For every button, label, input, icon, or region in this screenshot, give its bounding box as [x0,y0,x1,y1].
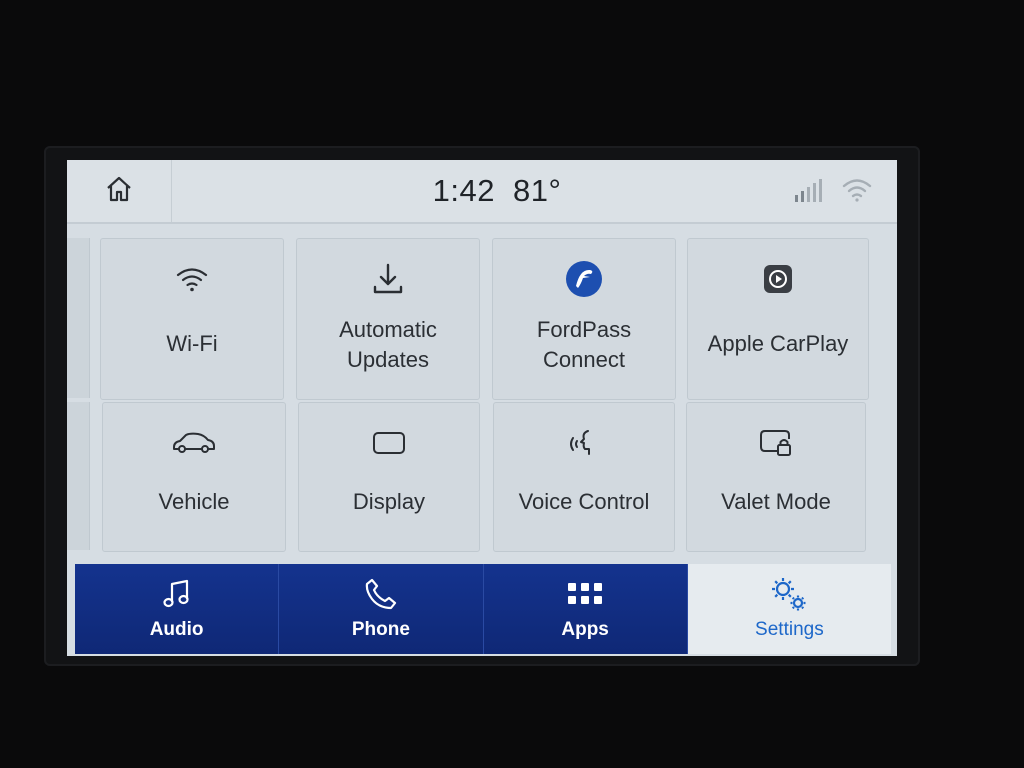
carplay-icon [762,263,794,300]
display-icon [371,430,407,461]
car-icon [171,430,217,461]
tile-voice-control[interactable]: Voice Control [493,402,675,552]
infotainment-screen: 1:42 81° Wi-Fi Automatic Updates FordPas… [67,160,897,656]
nav-settings[interactable]: Settings [687,564,891,654]
tile-label: Valet Mode [721,489,831,514]
nav-label: Audio [149,619,204,640]
nav-label: Phone [351,619,410,640]
tile-automatic-updates[interactable]: Automatic Updates [296,238,480,400]
nav-label: Apps [561,619,609,640]
status-center: 1:42 81° [367,170,627,212]
tile-label: Voice Control [518,489,650,514]
clock: 1:42 [432,173,495,208]
nav-phone[interactable]: Phone [279,564,484,654]
tile-fordpass-connect[interactable]: FordPass Connect [492,238,676,400]
wifi-icon [175,265,209,298]
signal-bars-icon [793,177,823,208]
music-note-icon [162,578,192,615]
previous-page-tile-edge [67,402,90,550]
tile-apple-carplay[interactable]: Apple CarPlay [687,238,869,400]
bottom-nav: Audio Phone Apps Settings [75,564,891,654]
home-icon [104,174,134,209]
status-icons [793,176,873,208]
wifi-icon [841,177,873,208]
download-icon [372,262,404,301]
voice-icon [568,427,600,464]
nav-apps[interactable]: Apps [483,564,688,654]
tile-label: Wi-Fi [166,331,218,356]
tile-display[interactable]: Display [298,402,480,552]
tile-label-line2: Updates [347,347,429,372]
previous-page-tile-edge [67,238,90,398]
outside-temperature: 81° [512,173,562,208]
apps-grid-icon [567,581,603,612]
settings-grid: Wi-Fi Automatic Updates FordPass Connect… [67,224,897,616]
tile-label: Vehicle [158,489,230,514]
tile-wifi[interactable]: Wi-Fi [100,238,284,400]
fordpass-icon [564,259,604,304]
status-bar: 1:42 81° [67,160,897,224]
nav-label: Settings [755,619,824,640]
phone-icon [364,577,398,616]
home-button[interactable] [67,160,172,222]
tile-label: FordPass [536,317,632,342]
tile-label: Display [352,489,426,514]
tile-vehicle[interactable]: Vehicle [102,402,286,552]
tile-valet-mode[interactable]: Valet Mode [686,402,866,552]
gears-icon [769,575,809,618]
tile-label: Automatic [339,317,437,342]
valet-lock-icon [758,427,794,464]
tile-label-line2: Connect [543,347,625,372]
nav-audio[interactable]: Audio [75,564,280,654]
tile-label: Apple CarPlay [707,331,849,356]
